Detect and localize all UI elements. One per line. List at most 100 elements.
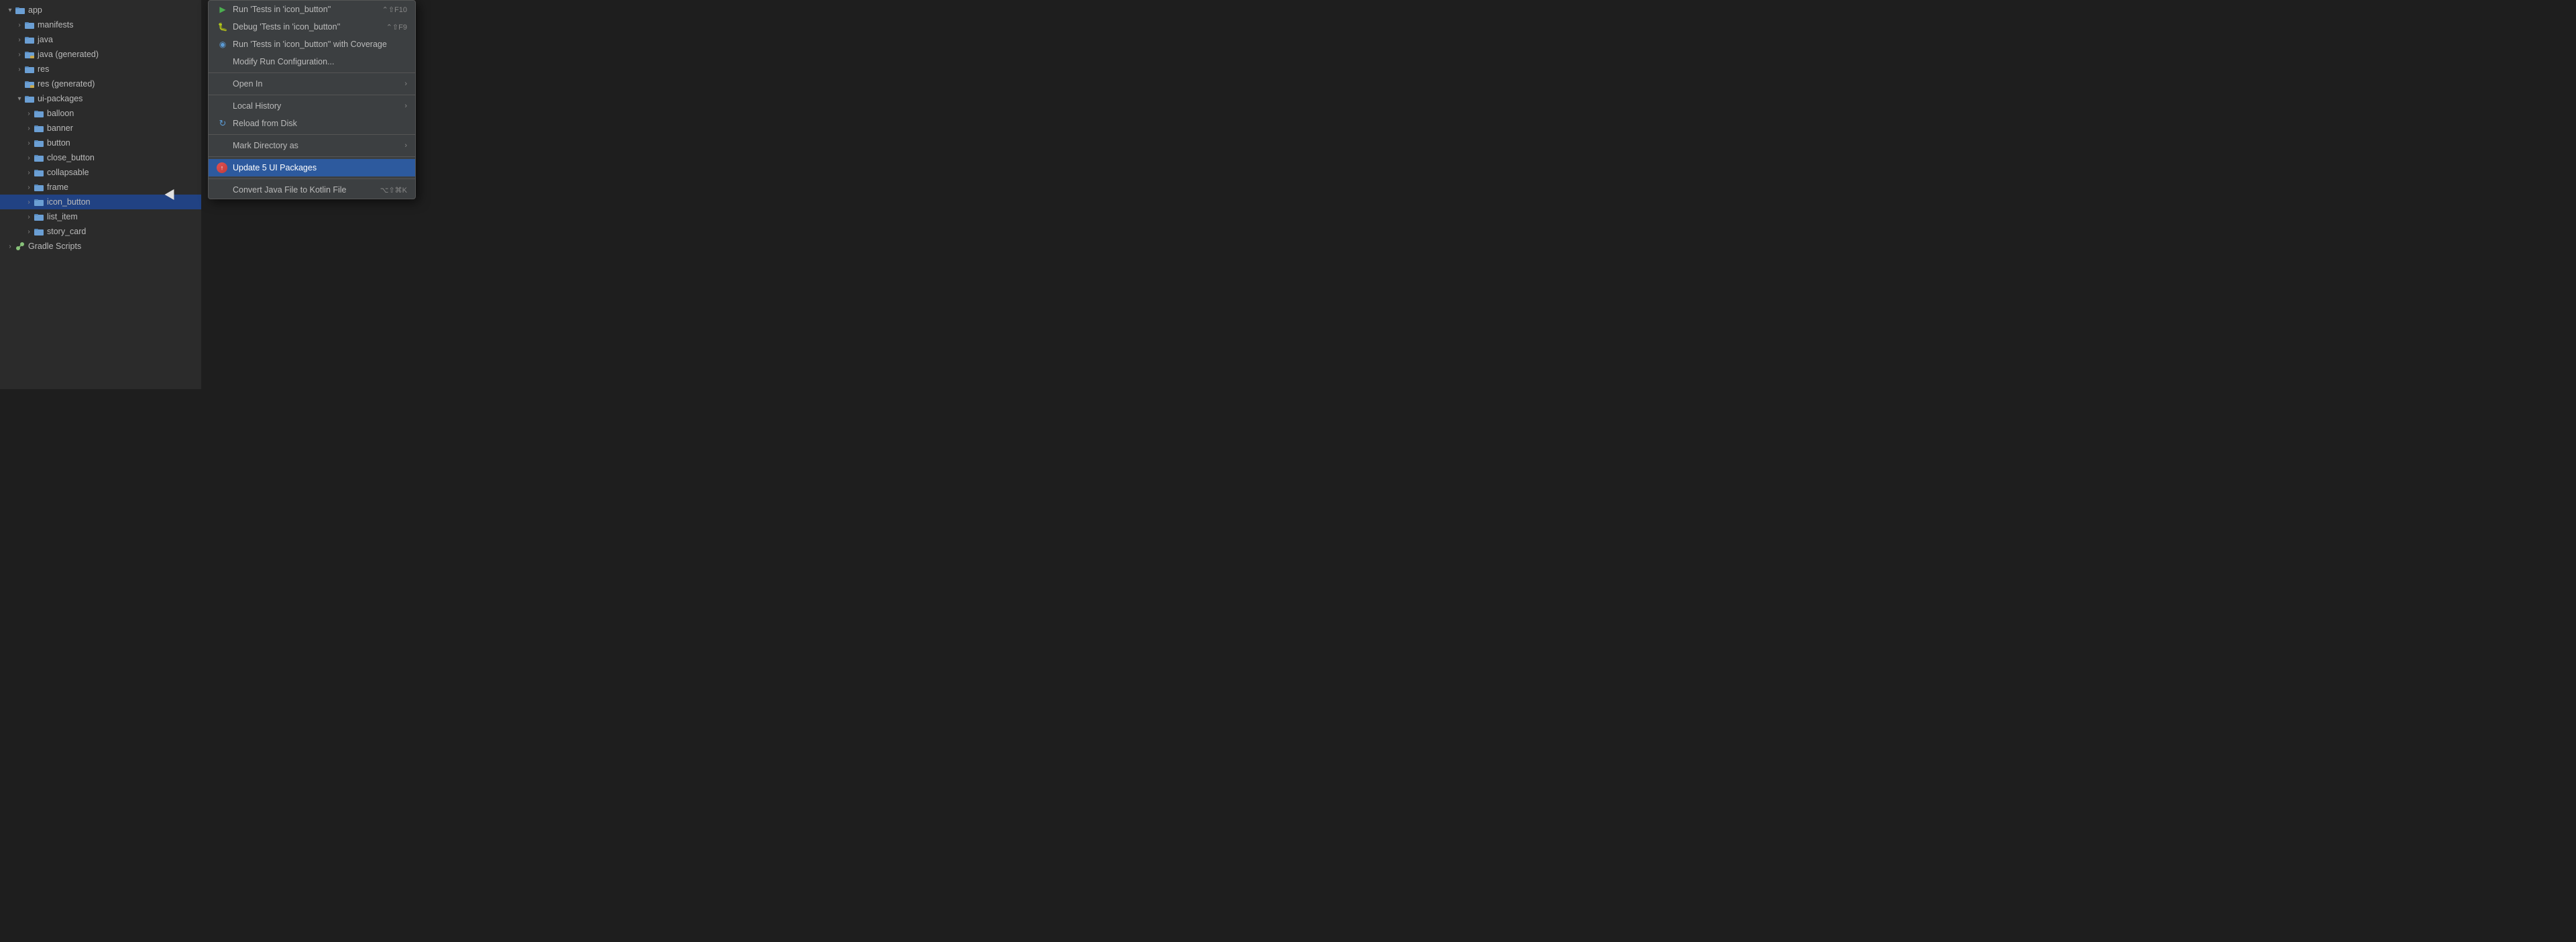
tree-item-label-balloon: balloon xyxy=(47,109,74,118)
menu-item-reload-disk[interactable]: ↻ Reload from Disk xyxy=(209,115,415,132)
tree-item-label-app: app xyxy=(28,5,42,15)
chevron-list-item: › xyxy=(24,212,34,221)
tree-item-label-list-item: list_item xyxy=(47,212,78,221)
menu-label-run-coverage: Run 'Tests in 'icon_button'' with Covera… xyxy=(233,40,387,49)
menu-label-reload-disk: Reload from Disk xyxy=(233,119,297,128)
menu-label-convert-java: Convert Java File to Kotlin File xyxy=(233,185,347,195)
menu-item-open-in[interactable]: Open In › xyxy=(209,75,415,93)
tree-item-label-icon-button: icon_button xyxy=(47,197,91,207)
menu-label-debug-tests: Debug 'Tests in 'icon_button'' xyxy=(233,22,340,32)
tree-item-collapsable[interactable]: › collapsable xyxy=(0,165,201,180)
tree-item-story-card[interactable]: › story_card xyxy=(0,224,201,239)
folder-icon-res xyxy=(24,64,35,74)
folder-icon-java-generated xyxy=(24,49,35,60)
chevron-manifests: › xyxy=(15,20,24,30)
chevron-story-card: › xyxy=(24,227,34,236)
folder-icon-app xyxy=(15,5,25,15)
folder-icon-icon-button xyxy=(34,197,44,207)
chevron-banner: › xyxy=(24,123,34,133)
folder-icon-manifests xyxy=(24,19,35,30)
menu-label-local-history: Local History xyxy=(233,101,281,111)
tree-item-close-button[interactable]: › close_button xyxy=(0,150,201,165)
separator-1 xyxy=(209,72,415,73)
folder-icon-close-button xyxy=(34,152,44,163)
chevron-close-button: › xyxy=(24,153,34,162)
menu-item-convert-java[interactable]: Convert Java File to Kotlin File ⌥⇧⌘K xyxy=(209,181,415,199)
tree-item-app[interactable]: ▾ app xyxy=(0,3,201,17)
gradle-icon xyxy=(15,241,25,252)
file-tree: ▾ app › manifests › java › java (generat… xyxy=(0,0,201,389)
shortcut-debug-tests: ⌃⇧F9 xyxy=(386,23,407,32)
tree-item-icon-button[interactable]: › icon_button xyxy=(0,195,201,209)
folder-icon-res-generated xyxy=(24,78,35,89)
chevron-ui-packages: ▾ xyxy=(15,94,24,103)
chevron-res: › xyxy=(15,64,24,74)
menu-label-update-packages: Update 5 UI Packages xyxy=(233,163,317,172)
menu-item-run-tests[interactable]: ▶ Run 'Tests in 'icon_button'' ⌃⇧F10 xyxy=(209,1,415,18)
chevron-gradle-scripts: › xyxy=(5,242,15,251)
tree-item-label-collapsable: collapsable xyxy=(47,168,89,177)
chevron-app: ▾ xyxy=(5,5,15,15)
chevron-icon-button: › xyxy=(24,197,34,207)
tree-item-label-button: button xyxy=(47,138,70,148)
chevron-frame: › xyxy=(24,182,34,192)
tree-item-ui-packages[interactable]: ▾ ui-packages xyxy=(0,91,201,106)
shortcut-run-tests: ⌃⇧F10 xyxy=(382,5,407,14)
tree-item-list-item[interactable]: › list_item xyxy=(0,209,201,224)
folder-icon-balloon xyxy=(34,108,44,119)
coverage-icon: ◉ xyxy=(217,38,229,50)
local-history-spacer xyxy=(217,100,229,112)
update-icon: ↑ xyxy=(217,162,227,173)
tree-item-res[interactable]: › res xyxy=(0,62,201,76)
chevron-java: › xyxy=(15,35,24,44)
tree-item-label-banner: banner xyxy=(47,123,73,133)
chevron-java-generated: › xyxy=(15,50,24,59)
context-menu: ▶ Run 'Tests in 'icon_button'' ⌃⇧F10 🐛 D… xyxy=(208,0,416,199)
menu-label-mark-directory: Mark Directory as xyxy=(233,141,298,150)
folder-icon-ui-packages xyxy=(24,93,35,104)
menu-label-modify-run: Modify Run Configuration... xyxy=(233,57,334,66)
open-in-spacer xyxy=(217,78,229,90)
separator-3 xyxy=(209,134,415,135)
folder-icon-collapsable xyxy=(34,167,44,178)
chevron-button: › xyxy=(24,138,34,148)
menu-item-update-packages[interactable]: ↑ Update 5 UI Packages xyxy=(209,159,415,176)
separator-5 xyxy=(209,178,415,179)
tree-item-label-res: res xyxy=(38,64,49,74)
run-icon: ▶ xyxy=(217,3,229,15)
tree-item-label-java-generated: java (generated) xyxy=(38,50,99,59)
modify-run-spacer xyxy=(217,56,229,68)
menu-item-modify-run[interactable]: Modify Run Configuration... xyxy=(209,53,415,70)
debug-icon: 🐛 xyxy=(217,21,229,33)
tree-item-label-story-card: story_card xyxy=(47,227,86,236)
tree-item-gradle-scripts[interactable]: › Gradle Scripts xyxy=(0,239,201,254)
menu-item-mark-directory[interactable]: Mark Directory as › xyxy=(209,137,415,154)
folder-icon-frame xyxy=(34,182,44,193)
folder-icon-button xyxy=(34,138,44,148)
tree-item-label-ui-packages: ui-packages xyxy=(38,94,82,103)
tree-item-java-generated[interactable]: › java (generated) xyxy=(0,47,201,62)
tree-item-balloon[interactable]: › balloon xyxy=(0,106,201,121)
tree-item-label-java: java xyxy=(38,35,53,44)
menu-item-debug-tests[interactable]: 🐛 Debug 'Tests in 'icon_button'' ⌃⇧F9 xyxy=(209,18,415,36)
menu-label-open-in: Open In xyxy=(233,79,262,89)
tree-item-res-generated[interactable]: res (generated) xyxy=(0,76,201,91)
chevron-balloon: › xyxy=(24,109,34,118)
folder-icon-story-card xyxy=(34,226,44,237)
tree-item-manifests[interactable]: › manifests xyxy=(0,17,201,32)
folder-icon-banner xyxy=(34,123,44,134)
menu-item-run-coverage[interactable]: ◉ Run 'Tests in 'icon_button'' with Cove… xyxy=(209,36,415,53)
arrow-mark-directory: › xyxy=(404,142,407,150)
tree-item-banner[interactable]: › banner xyxy=(0,121,201,136)
tree-item-label-res-generated: res (generated) xyxy=(38,79,95,89)
menu-item-local-history[interactable]: Local History › xyxy=(209,97,415,115)
tree-item-label-frame: frame xyxy=(47,182,68,192)
convert-java-spacer xyxy=(217,184,229,196)
tree-item-label-close-button: close_button xyxy=(47,153,95,162)
shortcut-convert-java: ⌥⇧⌘K xyxy=(380,186,407,195)
tree-item-button[interactable]: › button xyxy=(0,136,201,150)
mark-directory-spacer xyxy=(217,140,229,152)
tree-item-java[interactable]: › java xyxy=(0,32,201,47)
tree-item-label-manifests: manifests xyxy=(38,20,74,30)
tree-item-frame[interactable]: › frame xyxy=(0,180,201,195)
